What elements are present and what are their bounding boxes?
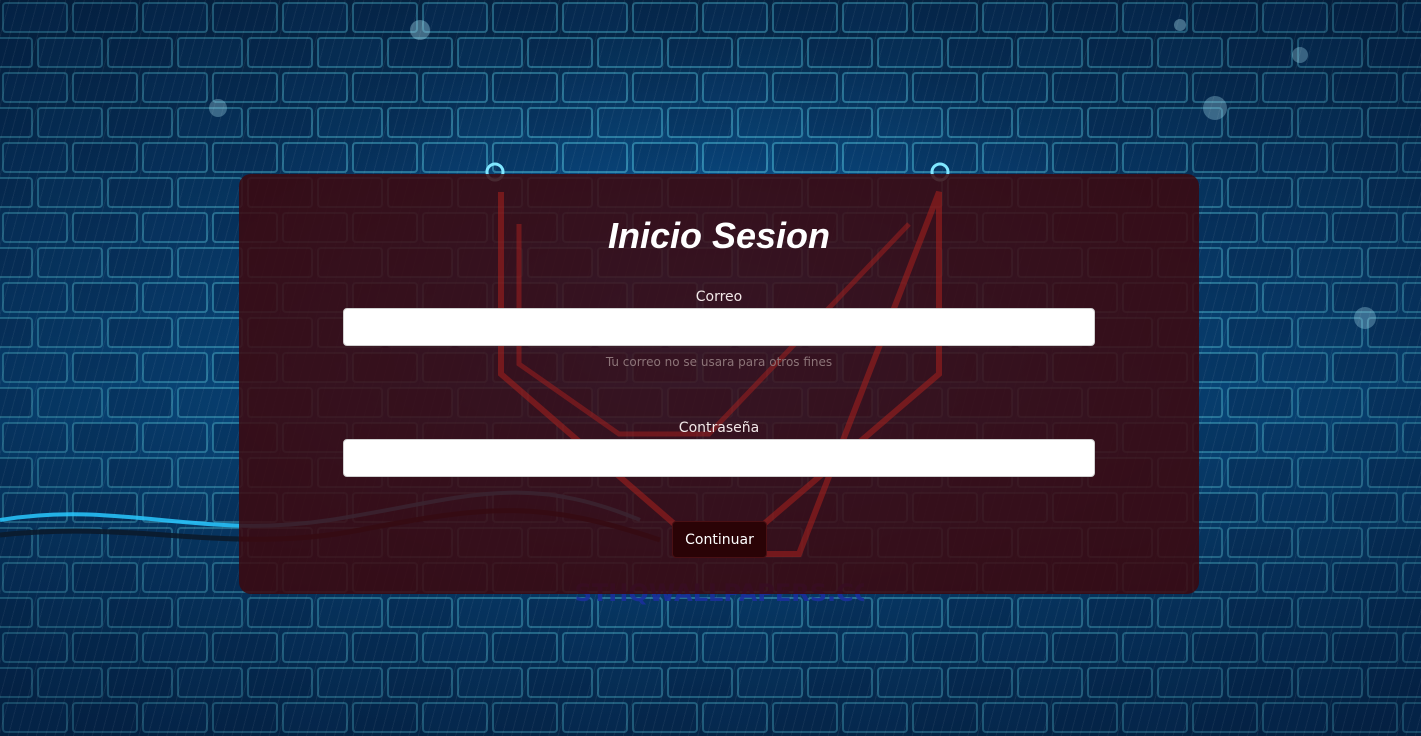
page-title: Inicio Sesion — [607, 215, 831, 256]
password-field[interactable] — [343, 439, 1095, 477]
login-card: Inicio Sesion Correo Tu correo no se usa… — [239, 174, 1199, 594]
email-field[interactable] — [343, 308, 1095, 346]
email-label: Correo — [695, 289, 743, 305]
continue-button[interactable]: Continuar — [672, 521, 767, 558]
email-help-text: Tu correo no se usara para otros fines — [605, 355, 833, 369]
password-label: Contraseña — [678, 420, 760, 436]
